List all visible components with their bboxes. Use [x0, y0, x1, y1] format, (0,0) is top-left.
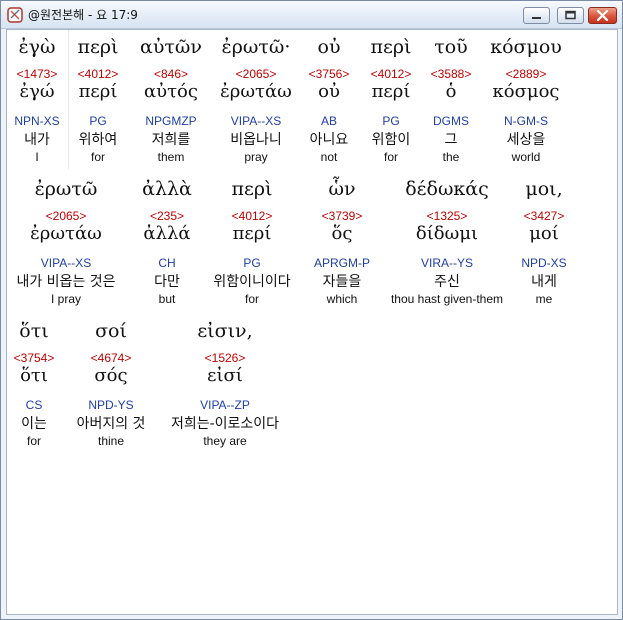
maximize-button[interactable]	[557, 7, 584, 24]
korean-gloss: 아버지의 것	[76, 416, 146, 432]
strong-number: <1325>	[426, 209, 468, 223]
strong-number: <2065>	[45, 209, 87, 223]
lexical-form: ἐρωτάω	[30, 223, 102, 244]
greek-word: ἐρωτῶ	[34, 178, 98, 200]
greek-word: μοι,	[525, 178, 563, 200]
title-bar[interactable]: @원전본해 - 요 17:9	[1, 1, 622, 29]
lexical-form: περί	[232, 223, 272, 244]
korean-gloss: 주신	[434, 274, 460, 290]
greek-word: δέδωκάς	[405, 178, 489, 200]
english-gloss: thou hast given-them	[390, 292, 504, 306]
interlinear-view[interactable]: ἐγὼ <1473> ἐγώ NPN-XS 내가 I περὶ <4012> π…	[6, 29, 618, 615]
minimize-button[interactable]	[523, 7, 550, 24]
lexical-form: εἰσί	[207, 365, 243, 386]
word-cell[interactable]: κόσμου <2889> κόσμος N-GM-S 세상을 world	[481, 30, 571, 169]
strong-number: <1526>	[204, 351, 246, 365]
greek-word: σοί	[95, 320, 127, 342]
morphology-code: NPD-XS	[521, 256, 567, 270]
morphology-code: VIPA--ZP	[200, 398, 250, 412]
korean-gloss: 저희를	[151, 132, 191, 148]
strong-number: <3427>	[523, 209, 565, 223]
english-gloss: I pray	[50, 292, 81, 306]
greek-word: εἰσιν,	[197, 320, 253, 342]
english-gloss: them	[157, 150, 185, 164]
english-gloss: they are	[203, 434, 247, 448]
app-window: @원전본해 - 요 17:9 ἐγὼ <1473> ἐγώ NPN-XS 내가 …	[0, 0, 623, 620]
greek-word: αὐτῶν	[140, 36, 202, 58]
lexical-form: σός	[94, 365, 128, 386]
minimize-icon	[532, 17, 541, 19]
bible-app-icon	[6, 6, 24, 24]
greek-word: κόσμου	[490, 36, 562, 58]
morphology-code: VIPA--XS	[40, 256, 92, 270]
word-cell[interactable]: εἰσιν, <1526> εἰσί VIPA--ZP 저희는-이로소이다 th…	[160, 314, 290, 453]
lexical-form: δίδωμι	[415, 223, 479, 244]
korean-gloss: 내게	[531, 274, 557, 290]
strong-number: <3739>	[321, 209, 363, 223]
close-icon	[596, 9, 609, 22]
strong-number: <4674>	[90, 351, 132, 365]
korean-gloss: 세상을	[506, 132, 546, 148]
morphology-code: APRGM-P	[313, 256, 370, 270]
morphology-code: PG	[243, 256, 261, 270]
morphology-code: NPGMZP	[145, 114, 197, 128]
word-cell[interactable]: ἐρωτῶ <2065> ἐρωτάω VIPA--XS 내가 비옵는 것은 I…	[7, 172, 136, 311]
strong-number: <2889>	[505, 67, 547, 81]
strong-number: <846>	[153, 67, 189, 81]
greek-word: ὧν	[328, 178, 356, 200]
greek-word: περὶ	[231, 178, 273, 200]
korean-gloss: 저희는-이로소이다	[170, 416, 280, 432]
morphology-code: VIRA--YS	[420, 256, 473, 270]
window-title: @원전본해 - 요 17:9	[28, 8, 138, 22]
word-cell[interactable]: μοι, <3427> μοί NPD-XS 내게 me	[499, 172, 589, 311]
word-cell[interactable]: περὶ <4012> περί PG 위함이니이다 for	[192, 172, 312, 311]
english-gloss: for	[244, 292, 259, 306]
english-gloss: which	[326, 292, 358, 306]
strong-number: <4012>	[231, 209, 273, 223]
lexical-form: ὅς	[331, 223, 353, 244]
korean-gloss: 위함이니이다	[213, 274, 291, 290]
english-gloss: world	[511, 150, 541, 164]
word-cell[interactable]: δέδωκάς <1325> δίδωμι VIRA--YS 주신 thou h…	[377, 172, 517, 311]
english-gloss: thine	[97, 434, 125, 448]
word-cell[interactable]: σοί <4674> σός NPD-YS 아버지의 것 thine	[56, 314, 166, 453]
morphology-code: N-GM-S	[504, 114, 548, 128]
lexical-form: αὐτός	[144, 81, 198, 102]
close-button[interactable]	[588, 7, 617, 24]
korean-gloss: 자들을	[322, 274, 362, 290]
morphology-code: NPD-YS	[88, 398, 134, 412]
english-gloss: me	[535, 292, 553, 306]
lexical-form: μοί	[529, 223, 559, 244]
korean-gloss: 내가 비옵는 것은	[16, 274, 116, 290]
lexical-form: κόσμος	[492, 81, 560, 102]
maximize-icon	[565, 10, 576, 20]
word-cell[interactable]: ὧν <3739> ὅς APRGM-P 자들을 which	[297, 172, 387, 311]
word-cell[interactable]: αὐτῶν <846> αὐτός NPGMZP 저희를 them	[126, 30, 216, 169]
